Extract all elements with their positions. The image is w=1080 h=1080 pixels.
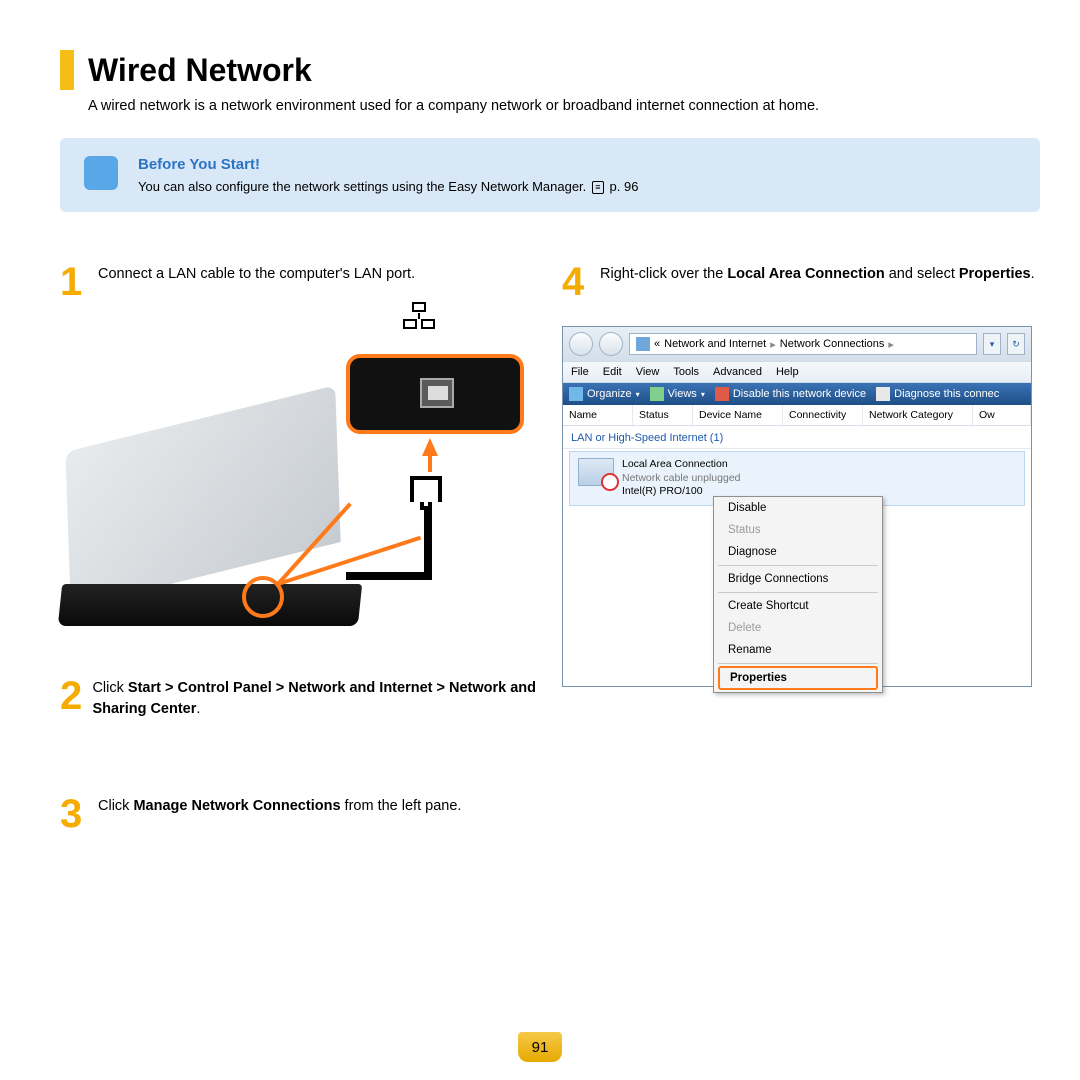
menu-advanced[interactable]: Advanced [713,366,762,378]
lan-port-zoom [346,354,524,434]
context-menu: Disable Status Diagnose Bridge Connectio… [713,496,883,693]
menu-view[interactable]: View [636,366,660,378]
ctx-delete: Delete [714,617,882,639]
connection-status: Network cable unplugged [622,472,741,486]
callout-title: Before You Start! [138,156,638,173]
step-1: 1 Connect a LAN cable to the computer's … [60,262,538,302]
col-category[interactable]: Network Category [863,405,973,425]
group-header: LAN or High-Speed Internet (1) [563,426,1031,449]
step-number: 1 [60,262,88,302]
network-connections-window: « Network and Internet ▸ Network Connect… [562,326,1032,687]
page-ref-icon: ≡ [592,181,604,194]
lan-port-illustration [60,326,520,646]
page-subtitle: A wired network is a network environment… [88,98,1040,114]
diagnose-button[interactable]: Diagnose this connec [876,387,999,401]
step-number: 3 [60,794,88,834]
step-4-text: Right-click over the Local Area Connecti… [600,262,1035,302]
callout-icon [84,156,118,190]
step-number: 4 [562,262,590,302]
menu-tools[interactable]: Tools [673,366,699,378]
col-owner[interactable]: Ow [973,405,1031,425]
menu-file[interactable]: File [571,366,589,378]
connection-name: Local Area Connection [622,458,741,472]
breadcrumb-chevron: « [654,338,660,350]
diagnose-icon [876,387,890,401]
column-headers: Name Status Device Name Connectivity Net… [563,405,1031,426]
callout-page-ref: p. 96 [610,179,639,194]
col-status[interactable]: Status [633,405,693,425]
ctx-separator [718,565,878,566]
ctx-disable[interactable]: Disable [714,497,882,519]
views-button[interactable]: Views▾ [650,387,705,401]
ctx-properties[interactable]: Properties [718,666,878,690]
breadcrumb-item[interactable]: Network Connections [780,338,885,350]
step-2: 2 Click Start > Control Panel > Network … [60,676,538,720]
col-name[interactable]: Name [563,405,633,425]
page-number: 91 [518,1032,562,1062]
ctx-bridge[interactable]: Bridge Connections [714,568,882,590]
breadcrumb[interactable]: « Network and Internet ▸ Network Connect… [629,333,977,355]
step-4: 4 Right-click over the Local Area Connec… [562,262,1040,302]
ctx-status: Status [714,519,882,541]
organize-button[interactable]: Organize▾ [569,387,640,401]
callout-body: You can also configure the network setti… [138,179,590,194]
ctx-separator [718,592,878,593]
refresh-button[interactable]: ↻ [1007,333,1025,355]
step-2-text: Click Start > Control Panel > Network an… [92,676,538,720]
breadcrumb-item[interactable]: Network and Internet [664,338,766,350]
step-3: 3 Click Manage Network Connections from … [60,794,538,834]
disable-device-button[interactable]: Disable this network device [715,387,866,401]
before-you-start-callout: Before You Start! You can also configure… [60,138,1040,212]
laptop-illustration [60,446,360,626]
step-number: 2 [60,676,82,720]
nav-forward-button[interactable] [599,332,623,356]
menubar: File Edit View Tools Advanced Help [563,361,1031,383]
menu-edit[interactable]: Edit [603,366,622,378]
title-accent-bar [60,50,74,90]
network-icon [403,302,435,330]
breadcrumb-sep: ▸ [770,338,776,351]
menu-help[interactable]: Help [776,366,799,378]
breadcrumb-sep: ▸ [888,338,894,351]
step-3-text: Click Manage Network Connections from th… [98,794,461,834]
step-1-text: Connect a LAN cable to the computer's LA… [98,262,415,302]
ctx-rename[interactable]: Rename [714,639,882,661]
ctx-shortcut[interactable]: Create Shortcut [714,595,882,617]
callout-text: You can also configure the network setti… [138,179,638,194]
ctx-diagnose[interactable]: Diagnose [714,541,882,563]
col-connectivity[interactable]: Connectivity [783,405,863,425]
ctx-separator [718,663,878,664]
folder-icon [636,337,650,351]
organize-icon [569,387,583,401]
disable-icon [715,387,729,401]
nav-back-button[interactable] [569,332,593,356]
connection-icon: ✕ [578,458,614,486]
toolbar: Organize▾ Views▾ Disable this network de… [563,383,1031,405]
views-icon [650,387,664,401]
ethernet-plug-icon [410,476,442,510]
page-title: Wired Network [88,52,312,89]
breadcrumb-dropdown[interactable]: ▾ [983,333,1001,355]
col-device[interactable]: Device Name [693,405,783,425]
